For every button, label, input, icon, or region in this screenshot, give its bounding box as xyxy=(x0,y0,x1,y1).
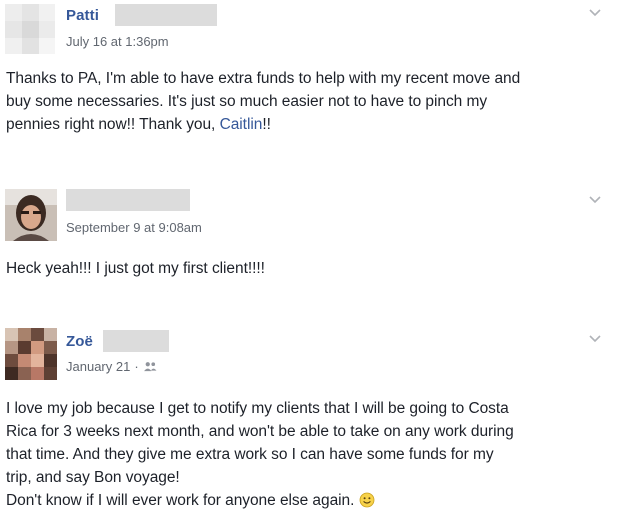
author-row xyxy=(66,189,190,211)
avatar[interactable] xyxy=(5,189,57,241)
chevron-down-icon[interactable] xyxy=(588,8,602,18)
post-3: Zoë January 21 · I love my job because I… xyxy=(0,320,618,517)
timestamp-text: July 16 at 1:36pm xyxy=(66,34,169,49)
author-name[interactable]: Patti xyxy=(66,7,99,24)
redacted-name xyxy=(66,189,190,211)
smiley-icon xyxy=(359,492,375,508)
post-body: I love my job because I get to notify my… xyxy=(6,397,611,512)
post-1: Patti July 16 at 1:36pm Thanks to PA, I'… xyxy=(0,0,618,160)
timestamp-text: January 21 xyxy=(66,359,131,374)
blurred-profile-photo-icon xyxy=(5,328,57,380)
separator-dot: · xyxy=(134,359,139,374)
avatar[interactable] xyxy=(5,4,55,54)
post-line-last: pennies right now!! Thank you, Caitlin!! xyxy=(6,113,611,136)
profile-photo-icon xyxy=(5,189,57,241)
post-text: pennies right now!! Thank you, xyxy=(6,116,220,133)
author-row: Zoë xyxy=(66,330,169,352)
author-name[interactable]: Zoë xyxy=(66,333,93,350)
post-line: buy some necessaries. It's just so much … xyxy=(6,93,488,110)
post-timestamp[interactable]: September 9 at 9:08am xyxy=(66,220,202,235)
post-line: Thanks to PA, I'm able to have extra fun… xyxy=(6,70,521,87)
redacted-surname xyxy=(102,330,169,352)
post-body: Thanks to PA, I'm able to have extra fun… xyxy=(6,67,611,136)
author-row: Patti xyxy=(66,4,218,26)
timestamp-text: September 9 at 9:08am xyxy=(66,220,202,235)
friends-icon[interactable] xyxy=(143,361,158,372)
post-timestamp[interactable]: July 16 at 1:36pm xyxy=(66,34,169,49)
post-line: that time. And they give me extra work s… xyxy=(6,446,494,463)
chevron-down-icon[interactable] xyxy=(588,195,602,205)
mention-link[interactable]: Caitlin xyxy=(220,116,263,133)
post-line: Heck yeah!!! I just got my first client!… xyxy=(6,260,265,277)
chevron-down-icon[interactable] xyxy=(588,334,602,344)
avatar[interactable] xyxy=(5,328,57,380)
post-line: I love my job because I get to notify my… xyxy=(6,400,509,417)
post-timestamp[interactable]: January 21 · xyxy=(66,359,158,374)
post-line-final: Don't know if I will ever work for anyon… xyxy=(6,489,611,512)
post-line: trip, and say Bon voyage! xyxy=(6,469,180,486)
post-2: September 9 at 9:08am Heck yeah!!! I jus… xyxy=(0,180,618,300)
post-line: Rica for 3 weeks next month, and won't b… xyxy=(6,423,514,440)
post-text: Don't know if I will ever work for anyon… xyxy=(6,492,355,509)
redacted-surname xyxy=(115,4,218,26)
post-text: !! xyxy=(262,116,271,133)
blurred-profile-photo-icon xyxy=(5,4,55,54)
post-body: Heck yeah!!! I just got my first client!… xyxy=(6,257,611,280)
